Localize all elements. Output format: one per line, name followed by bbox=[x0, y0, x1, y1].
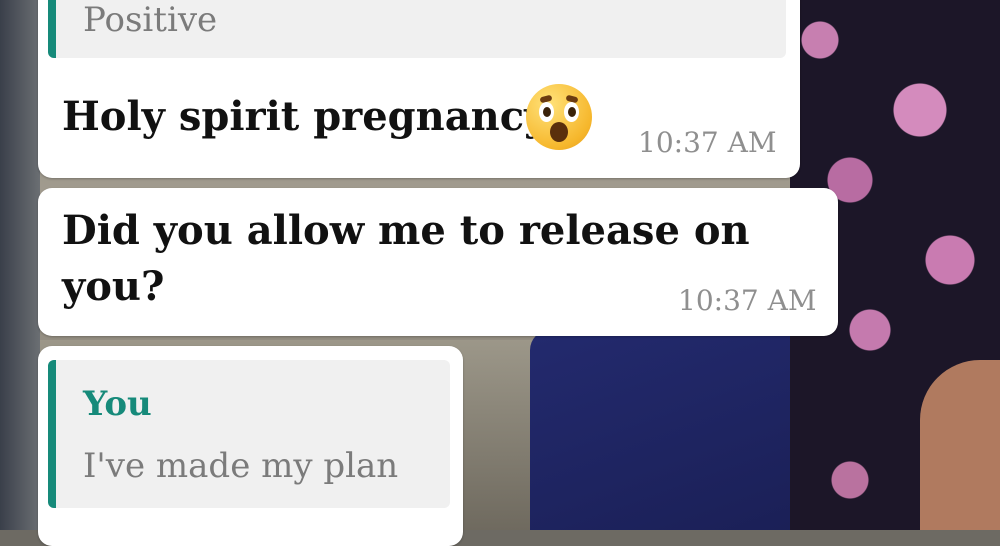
message-bubble-incoming[interactable]: Positive Holy spirit pregnancy 10:37 AM bbox=[38, 0, 800, 178]
quote-accent-bar bbox=[48, 0, 56, 58]
quoted-message-text: Positive bbox=[83, 0, 218, 40]
astonished-face-icon bbox=[526, 84, 592, 150]
message-bubble-incoming[interactable]: Did you allow me to release on you? 10:3… bbox=[38, 188, 838, 336]
message-text-line1: Did you allow me to release on bbox=[62, 207, 750, 254]
message-text-line2: you? bbox=[62, 263, 165, 310]
quoted-message[interactable]: You I've made my plan bbox=[48, 360, 450, 508]
quoted-message-text: I've made my plan bbox=[83, 446, 399, 486]
message-bubble-incoming[interactable]: You I've made my plan bbox=[38, 346, 463, 546]
quote-accent-bar bbox=[48, 360, 56, 508]
message-timestamp: 10:37 AM bbox=[638, 126, 777, 159]
message-text: Holy spirit pregnancy bbox=[62, 93, 548, 140]
quoted-message[interactable]: Positive bbox=[48, 0, 786, 58]
quoted-message-sender: You bbox=[83, 384, 152, 424]
message-timestamp: 10:37 AM bbox=[678, 284, 817, 317]
